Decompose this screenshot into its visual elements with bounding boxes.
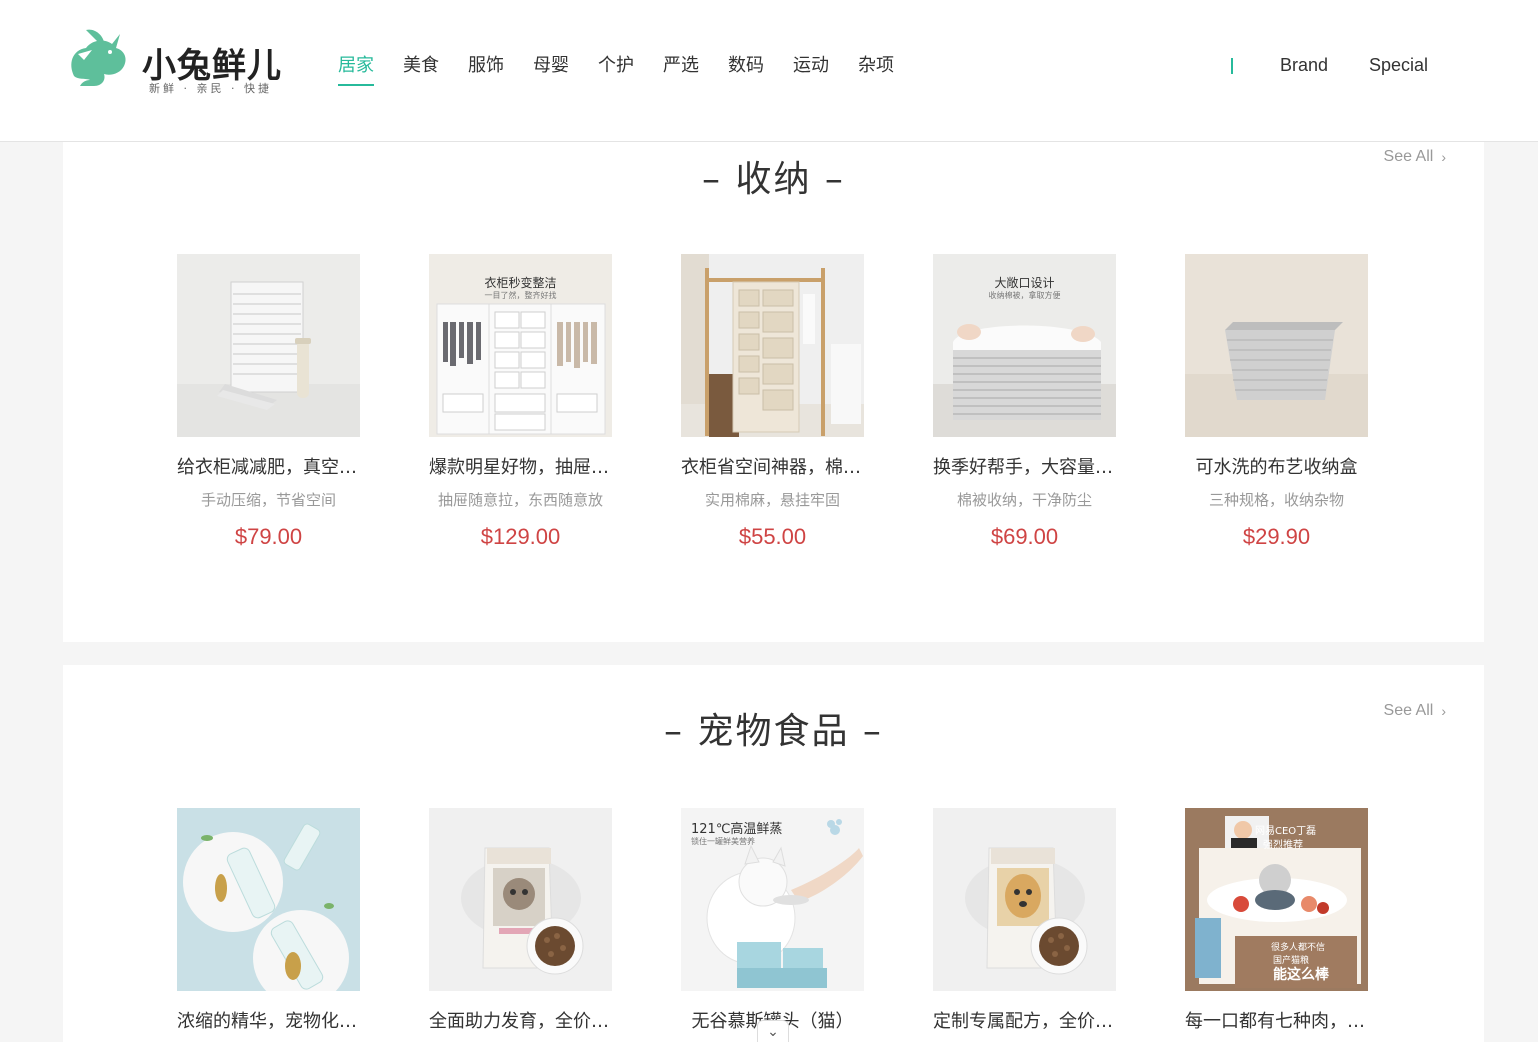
chevron-right-icon: ›	[1441, 703, 1446, 719]
goods-item[interactable]: 给衣柜减减肥，真空压缩袋 手动压缩，节省空间 $79.00	[177, 254, 360, 550]
goods-list: 给衣柜减减肥，真空压缩袋 手动压缩，节省空间 $79.00	[177, 254, 1437, 550]
site-header: 小兔鲜儿 新鲜 · 亲民 · 快捷 居家 美食 服饰 母婴 个护 严选 数码 运…	[0, 0, 1538, 142]
goods-desc: 棉被收纳，干净防尘	[956, 491, 1092, 509]
goods-item[interactable]: 衣柜秒变整洁 一目了然，整齐好找 爆款明星好物，抽屉式收纳箱 抽屉随意拉，东西随…	[429, 254, 612, 550]
goods-price: $55.00	[738, 524, 807, 549]
main-nav: 居家 美食 服饰 母婴 个护 严选 数码 运动 杂项	[338, 52, 923, 86]
goods-item[interactable]: 可水洗的布艺收纳盒 三种规格，收纳杂物 $29.90	[1185, 254, 1368, 550]
image-subtitle: 强烈推荐	[1263, 840, 1303, 851]
goods-price: $29.90	[1242, 524, 1311, 549]
goods-price: $79.00	[234, 524, 303, 549]
nav-item-food[interactable]: 美食	[403, 52, 439, 86]
goods-name: 每一口都有七种肉，全价猫粮	[1185, 1011, 1368, 1032]
vacuum-bag-image	[177, 254, 360, 437]
see-all-label: See All	[1383, 702, 1434, 719]
wardrobe-image: 衣柜秒变整洁 一目了然，整齐好找	[429, 254, 612, 437]
section-title: – 宠物食品 –	[664, 711, 883, 752]
section-title: – 收纳 –	[702, 159, 845, 200]
nav-item-clothing[interactable]: 服饰	[468, 52, 504, 86]
nav-item-selected[interactable]: 严选	[663, 52, 699, 86]
pet-food-section: – 宠物食品 – See All › 浓缩的精华，宠物化毛膏 全面助力发育，全价…	[63, 665, 1484, 1042]
rabbit-logo-icon	[71, 29, 126, 86]
nav-divider	[1231, 58, 1233, 74]
nav-item-digital[interactable]: 数码	[728, 52, 764, 86]
chevron-right-icon: ›	[1441, 149, 1446, 165]
goods-list: 浓缩的精华，宠物化毛膏 全面助力发育，全价幼 121℃高温鲜蒸 锁住一罐鲜美营养…	[177, 808, 1437, 1033]
goods-item[interactable]: 定制专属配方，全价犬粮	[933, 808, 1116, 1033]
goods-name: 可水洗的布艺收纳盒	[1195, 457, 1358, 478]
goods-name: 换季好帮手，大容量棉被收纳袋	[933, 457, 1116, 478]
goods-item[interactable]: 121℃高温鲜蒸 锁住一罐鲜美营养 无谷慕斯罐头（猫）	[681, 808, 864, 1033]
goods-item[interactable]: 网易CEO丁磊 强烈推荐 很多人都不信 国产猫粮 能这么棒 每一口都有七种肉，全…	[1185, 808, 1368, 1033]
nav-item-personal-care[interactable]: 个护	[598, 52, 634, 86]
kitten-food-image	[429, 808, 612, 991]
goods-desc: 抽屉随意拉，东西随意放	[437, 491, 603, 509]
goods-name: 浓缩的精华，宠物化毛膏	[177, 1011, 360, 1032]
image-subtitle: 收纳棉被，拿取方便	[988, 291, 1061, 300]
nav-special-link[interactable]: Special	[1369, 55, 1428, 76]
logo[interactable]: 小兔鲜儿 新鲜 · 亲民 · 快捷	[64, 18, 294, 98]
image-title: 网易CEO丁磊	[1255, 826, 1317, 837]
image-subtitle: 一目了然，整齐好找	[484, 291, 557, 300]
goods-name: 定制专属配方，全价犬粮	[933, 1011, 1116, 1032]
goods-desc: 实用棉麻，悬挂牢固	[704, 491, 840, 509]
goods-desc: 三种规格，收纳杂物	[1208, 491, 1344, 509]
goods-item[interactable]: 全面助力发育，全价幼猫粮	[429, 808, 612, 1033]
cat-can-image: 121℃高温鲜蒸 锁住一罐鲜美营养	[681, 808, 864, 991]
nav-item-misc[interactable]: 杂项	[858, 52, 894, 86]
image-subtitle: 锁住一罐鲜美营养	[691, 837, 755, 846]
goods-price: $129.00	[480, 524, 561, 549]
see-all-link[interactable]: See All ›	[1384, 148, 1446, 166]
pet-paste-image	[177, 808, 360, 991]
image-title: 大敞口设计	[994, 276, 1055, 290]
goods-name: 衣柜省空间神器，棉麻悬挂收纳	[681, 457, 864, 478]
goods-name: 爆款明星好物，抽屉式收纳箱	[429, 457, 612, 478]
nav-item-home[interactable]: 居家	[338, 52, 374, 86]
see-all-link[interactable]: See All ›	[1384, 702, 1446, 720]
ceo-cat-food-image: 网易CEO丁磊 强烈推荐 很多人都不信 国产猫粮 能这么棒	[1185, 808, 1368, 991]
image-title: 121℃高温鲜蒸	[691, 822, 783, 837]
image-quote-line-1: 很多人都不信	[1271, 943, 1326, 953]
hanging-organizer-image	[681, 254, 864, 437]
goods-item[interactable]: 衣柜省空间神器，棉麻悬挂收纳 实用棉麻，悬挂牢固 $55.00	[681, 254, 864, 550]
goods-name: 给衣柜减减肥，真空压缩袋	[177, 457, 360, 478]
nav-brand-link[interactable]: Brand	[1280, 55, 1328, 76]
quilt-bag-image: 大敞口设计 收纳棉被，拿取方便	[933, 254, 1116, 437]
goods-item[interactable]: 大敞口设计 收纳棉被，拿取方便 换季好帮手，大容量棉被收纳袋 棉被收纳，干净防尘…	[933, 254, 1116, 550]
fabric-box-image	[1185, 254, 1368, 437]
nav-item-baby[interactable]: 母婴	[533, 52, 569, 86]
goods-name: 全面助力发育，全价幼猫粮	[429, 1011, 612, 1032]
logo-slogan: 新鲜 · 亲民 · 快捷	[149, 82, 272, 95]
nav-item-sports[interactable]: 运动	[793, 52, 829, 86]
image-title: 衣柜秒变整洁	[484, 276, 557, 290]
goods-price: $69.00	[990, 524, 1059, 549]
dog-food-image	[933, 808, 1116, 991]
image-quote-line-3: 能这么棒	[1273, 967, 1329, 983]
goods-item[interactable]: 浓缩的精华，宠物化毛膏	[177, 808, 360, 1033]
see-all-label: See All	[1383, 148, 1434, 165]
goods-desc: 手动压缩，节省空间	[200, 491, 336, 509]
scroll-down-icon[interactable]: ⌄	[757, 1020, 789, 1042]
storage-section: – 收纳 – See All › 给衣柜减减肥，真空压 手动压缩，节省空间 $7…	[63, 142, 1484, 642]
